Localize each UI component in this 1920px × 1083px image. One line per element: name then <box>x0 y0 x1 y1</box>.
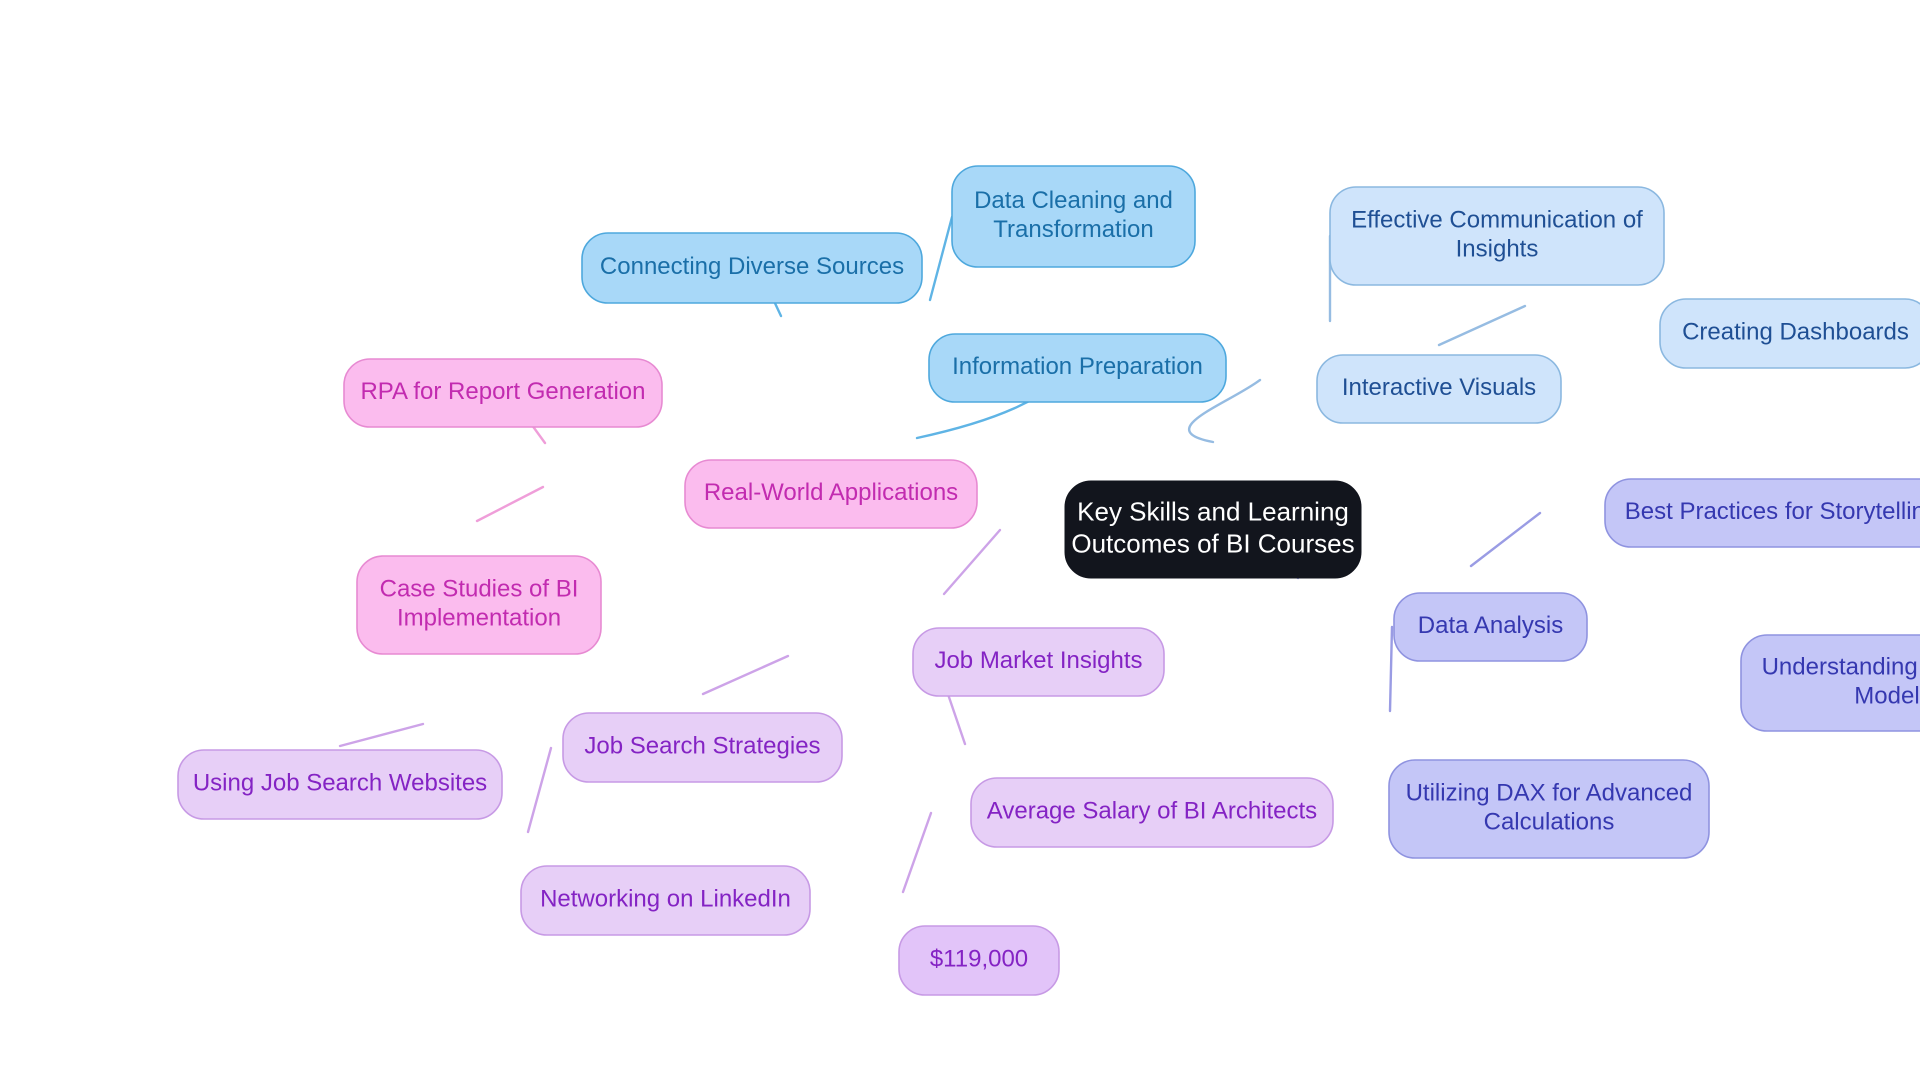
mindmap-node-root[interactable]: Key Skills and Learning Outcomes of BI Co… <box>1064 480 1362 579</box>
node-label: Networking on LinkedIn <box>540 886 791 913</box>
node-label: Creating Dashboards <box>1682 319 1909 346</box>
nodes-layer: Information Preparation Data Cleaning and… <box>177 165 1920 996</box>
node-label: Using Job Search Websites <box>193 770 487 797</box>
mindmap-svg: Information Preparation Data Cleaning and… <box>177 165 1920 996</box>
mindmap-node-data-analysis[interactable]: Data Analysis <box>1393 592 1588 662</box>
mindmap-edge <box>928 215 954 302</box>
node-label: $119,000 <box>930 946 1028 973</box>
mindmap-edge <box>1437 304 1527 347</box>
mindmap-node-job-market-insights[interactable]: Job Market Insights <box>912 627 1165 697</box>
mindmap-node-understanding-information-modeling[interactable]: Understanding InformationModeling <box>1740 634 1920 732</box>
node-label: Average Salary of BI Architects <box>987 798 1317 825</box>
mindmap-node-information-preparation[interactable]: Information Preparation <box>928 333 1227 403</box>
node-label: Key Skills and Learning Outcomes of BI Co… <box>1071 497 1354 559</box>
mindmap-edge <box>1469 511 1542 568</box>
mindmap-node-utilizing-dax-for-advanced-calculations[interactable]: Utilizing DAX for Advanced Calculations <box>1388 759 1710 859</box>
mindmap-node-using-job-search-websites[interactable]: Using Job Search Websites <box>177 749 503 820</box>
mindmap-node-case-studies-of-bi-implementation[interactable]: Case Studies of BI Implementation <box>356 555 602 655</box>
node-label: RPA for Report Generation <box>360 378 645 405</box>
mindmap-node-rpa-for-report-generation[interactable]: RPA for Report Generation <box>343 358 663 428</box>
node-label: Data Analysis <box>1418 612 1563 639</box>
node-label: Best Practices for Storytelling <box>1625 498 1920 525</box>
node-label: Job Market Insights <box>934 647 1142 674</box>
mindmap-edge <box>475 485 545 523</box>
mindmap-node-average-salary-of-bi-architects[interactable]: Average Salary of BI Architects <box>970 777 1334 848</box>
mindmap-edge <box>701 654 790 696</box>
mindmap-node-connecting-diverse-sources[interactable]: Connecting Diverse Sources <box>581 232 923 304</box>
mindmap-canvas: Information Preparation Data Cleaning and… <box>0 0 1920 1083</box>
mindmap-node-job-search-strategies[interactable]: Job Search Strategies <box>562 712 843 783</box>
mindmap-edge <box>942 528 1002 596</box>
node-label: Connecting Diverse Sources <box>600 253 904 280</box>
mindmap-node-data-cleaning-and-transformation[interactable]: Data Cleaning and Transformation <box>951 165 1196 268</box>
mindmap-edge <box>901 811 933 894</box>
mindmap-edge <box>1388 625 1394 713</box>
node-label: Job Search Strategies <box>584 733 820 760</box>
mindmap-node-best-practices-for-storytelling[interactable]: Best Practices for Storytelling <box>1604 478 1920 548</box>
mindmap-node-effective-communication-of-insights[interactable]: Effective Communication of Insights <box>1329 186 1665 286</box>
mindmap-node-salary-value[interactable]: $119,000 <box>898 925 1060 996</box>
node-label: Information Preparation <box>952 353 1203 380</box>
node-label: Interactive Visuals <box>1342 374 1536 401</box>
mindmap-node-networking-on-linkedin[interactable]: Networking on LinkedIn <box>520 865 811 936</box>
mindmap-edge <box>338 722 425 748</box>
mindmap-node-real-world-applications[interactable]: Real-World Applications <box>684 459 978 529</box>
mindmap-edge <box>526 746 553 834</box>
mindmap-node-creating-dashboards[interactable]: Creating Dashboards <box>1659 298 1920 369</box>
node-label: Real-World Applications <box>704 479 958 506</box>
mindmap-node-interactive-visuals[interactable]: Interactive Visuals <box>1316 354 1562 424</box>
